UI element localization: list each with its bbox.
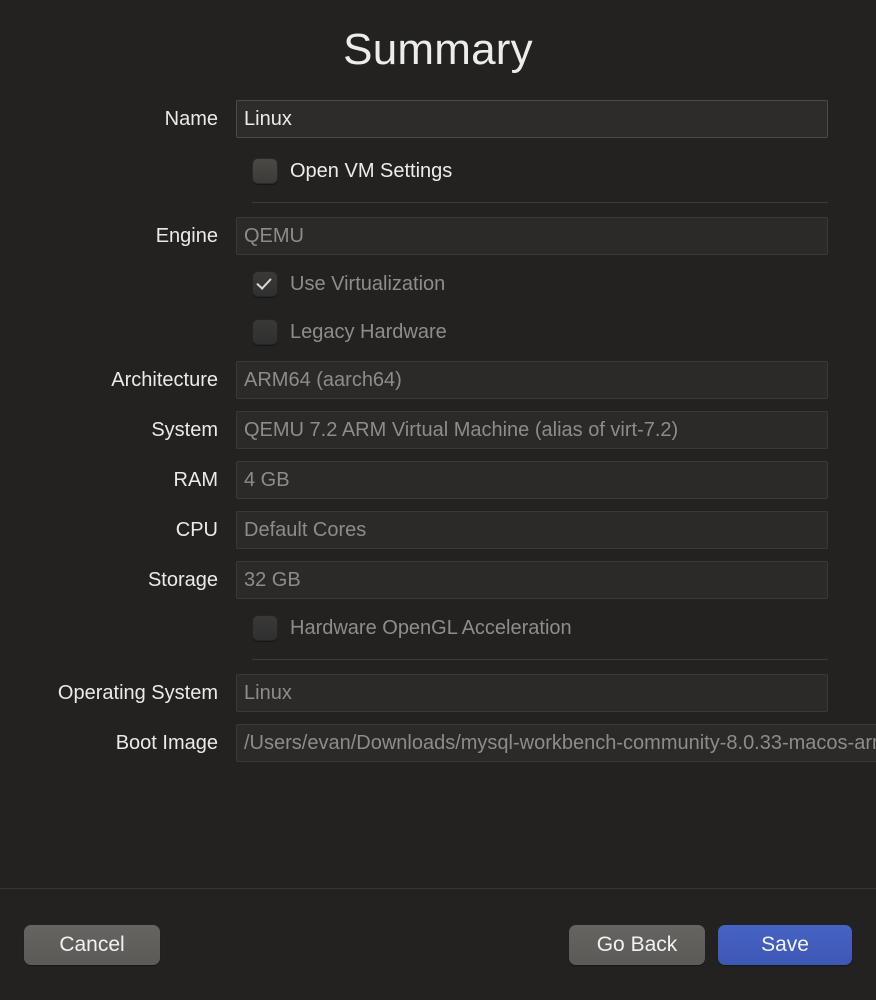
architecture-input[interactable]: ARM64 (aarch64) (236, 361, 828, 399)
field-wrap-boot-image: /Users/evan/Downloads/mysql-workbench-co… (236, 724, 876, 762)
row-engine: Engine QEMU (0, 217, 852, 255)
row-architecture: Architecture ARM64 (aarch64) (0, 361, 852, 399)
row-storage: Storage 32 GB (0, 561, 852, 599)
hardware-opengl-checkbox[interactable] (252, 615, 278, 641)
storage-input[interactable]: 32 GB (236, 561, 828, 599)
label-name: Name (164, 107, 218, 130)
label-cpu: CPU (175, 518, 218, 541)
row-hardware-opengl[interactable]: Hardware OpenGL Acceleration (0, 609, 852, 647)
save-button[interactable]: Save (718, 924, 852, 965)
field-wrap-ram: 4 GB (236, 461, 828, 499)
row-system: System QEMU 7.2 ARM Virtual Machine (ali… (0, 411, 852, 449)
row-operating-system: Operating System Linux (0, 674, 852, 712)
go-back-button[interactable]: Go Back (569, 924, 705, 965)
row-legacy-hardware[interactable]: Legacy Hardware (0, 313, 852, 351)
label-boot-image: Boot Image (115, 731, 218, 754)
legacy-hardware-checkbox[interactable] (252, 319, 278, 345)
use-virtualization-checkbox[interactable] (252, 271, 278, 297)
dialog-footer: Cancel Go Back Save (0, 889, 876, 1000)
summary-dialog: Summary Name Linux Open VM Settings Engi… (0, 0, 876, 1000)
ram-input[interactable]: 4 GB (236, 461, 828, 499)
field-wrap-name: Linux (236, 100, 828, 138)
boot-image-input[interactable]: /Users/evan/Downloads/mysql-workbench-co… (236, 724, 876, 762)
cpu-input[interactable]: Default Cores (236, 511, 828, 549)
row-use-virtualization[interactable]: Use Virtualization (0, 265, 852, 303)
dialog-title-bar: Summary (0, 0, 876, 100)
field-wrap-engine: QEMU (236, 217, 828, 255)
field-wrap-storage: 32 GB (236, 561, 828, 599)
field-wrap-system: QEMU 7.2 ARM Virtual Machine (alias of v… (236, 411, 828, 449)
row-boot-image: Boot Image /Users/evan/Downloads/mysql-w… (0, 724, 876, 762)
field-wrap-architecture: ARM64 (aarch64) (236, 361, 828, 399)
label-engine: Engine (155, 224, 218, 247)
use-virtualization-label: Use Virtualization (290, 272, 446, 295)
row-cpu: CPU Default Cores (0, 511, 852, 549)
label-architecture: Architecture (111, 368, 218, 391)
hardware-opengl-label: Hardware OpenGL Acceleration (290, 616, 572, 639)
label-storage: Storage (147, 568, 218, 591)
row-ram: RAM 4 GB (0, 461, 852, 499)
summary-form: Name Linux Open VM Settings Engine QEMU … (0, 100, 876, 888)
label-ram: RAM (173, 468, 218, 491)
open-vm-settings-label: Open VM Settings (290, 159, 453, 182)
row-open-vm-settings[interactable]: Open VM Settings (0, 152, 852, 190)
label-operating-system: Operating System (57, 681, 218, 704)
name-input[interactable]: Linux (236, 100, 828, 138)
cancel-button[interactable]: Cancel (24, 924, 160, 965)
label-system: System (151, 418, 218, 441)
field-wrap-operating-system: Linux (236, 674, 828, 712)
engine-input[interactable]: QEMU (236, 217, 828, 255)
operating-system-input[interactable]: Linux (236, 674, 828, 712)
open-vm-settings-checkbox[interactable] (252, 158, 278, 184)
system-input[interactable]: QEMU 7.2 ARM Virtual Machine (alias of v… (236, 411, 828, 449)
field-wrap-cpu: Default Cores (236, 511, 828, 549)
page-title: Summary (343, 25, 533, 74)
legacy-hardware-label: Legacy Hardware (290, 320, 447, 343)
row-name: Name Linux (0, 100, 852, 138)
